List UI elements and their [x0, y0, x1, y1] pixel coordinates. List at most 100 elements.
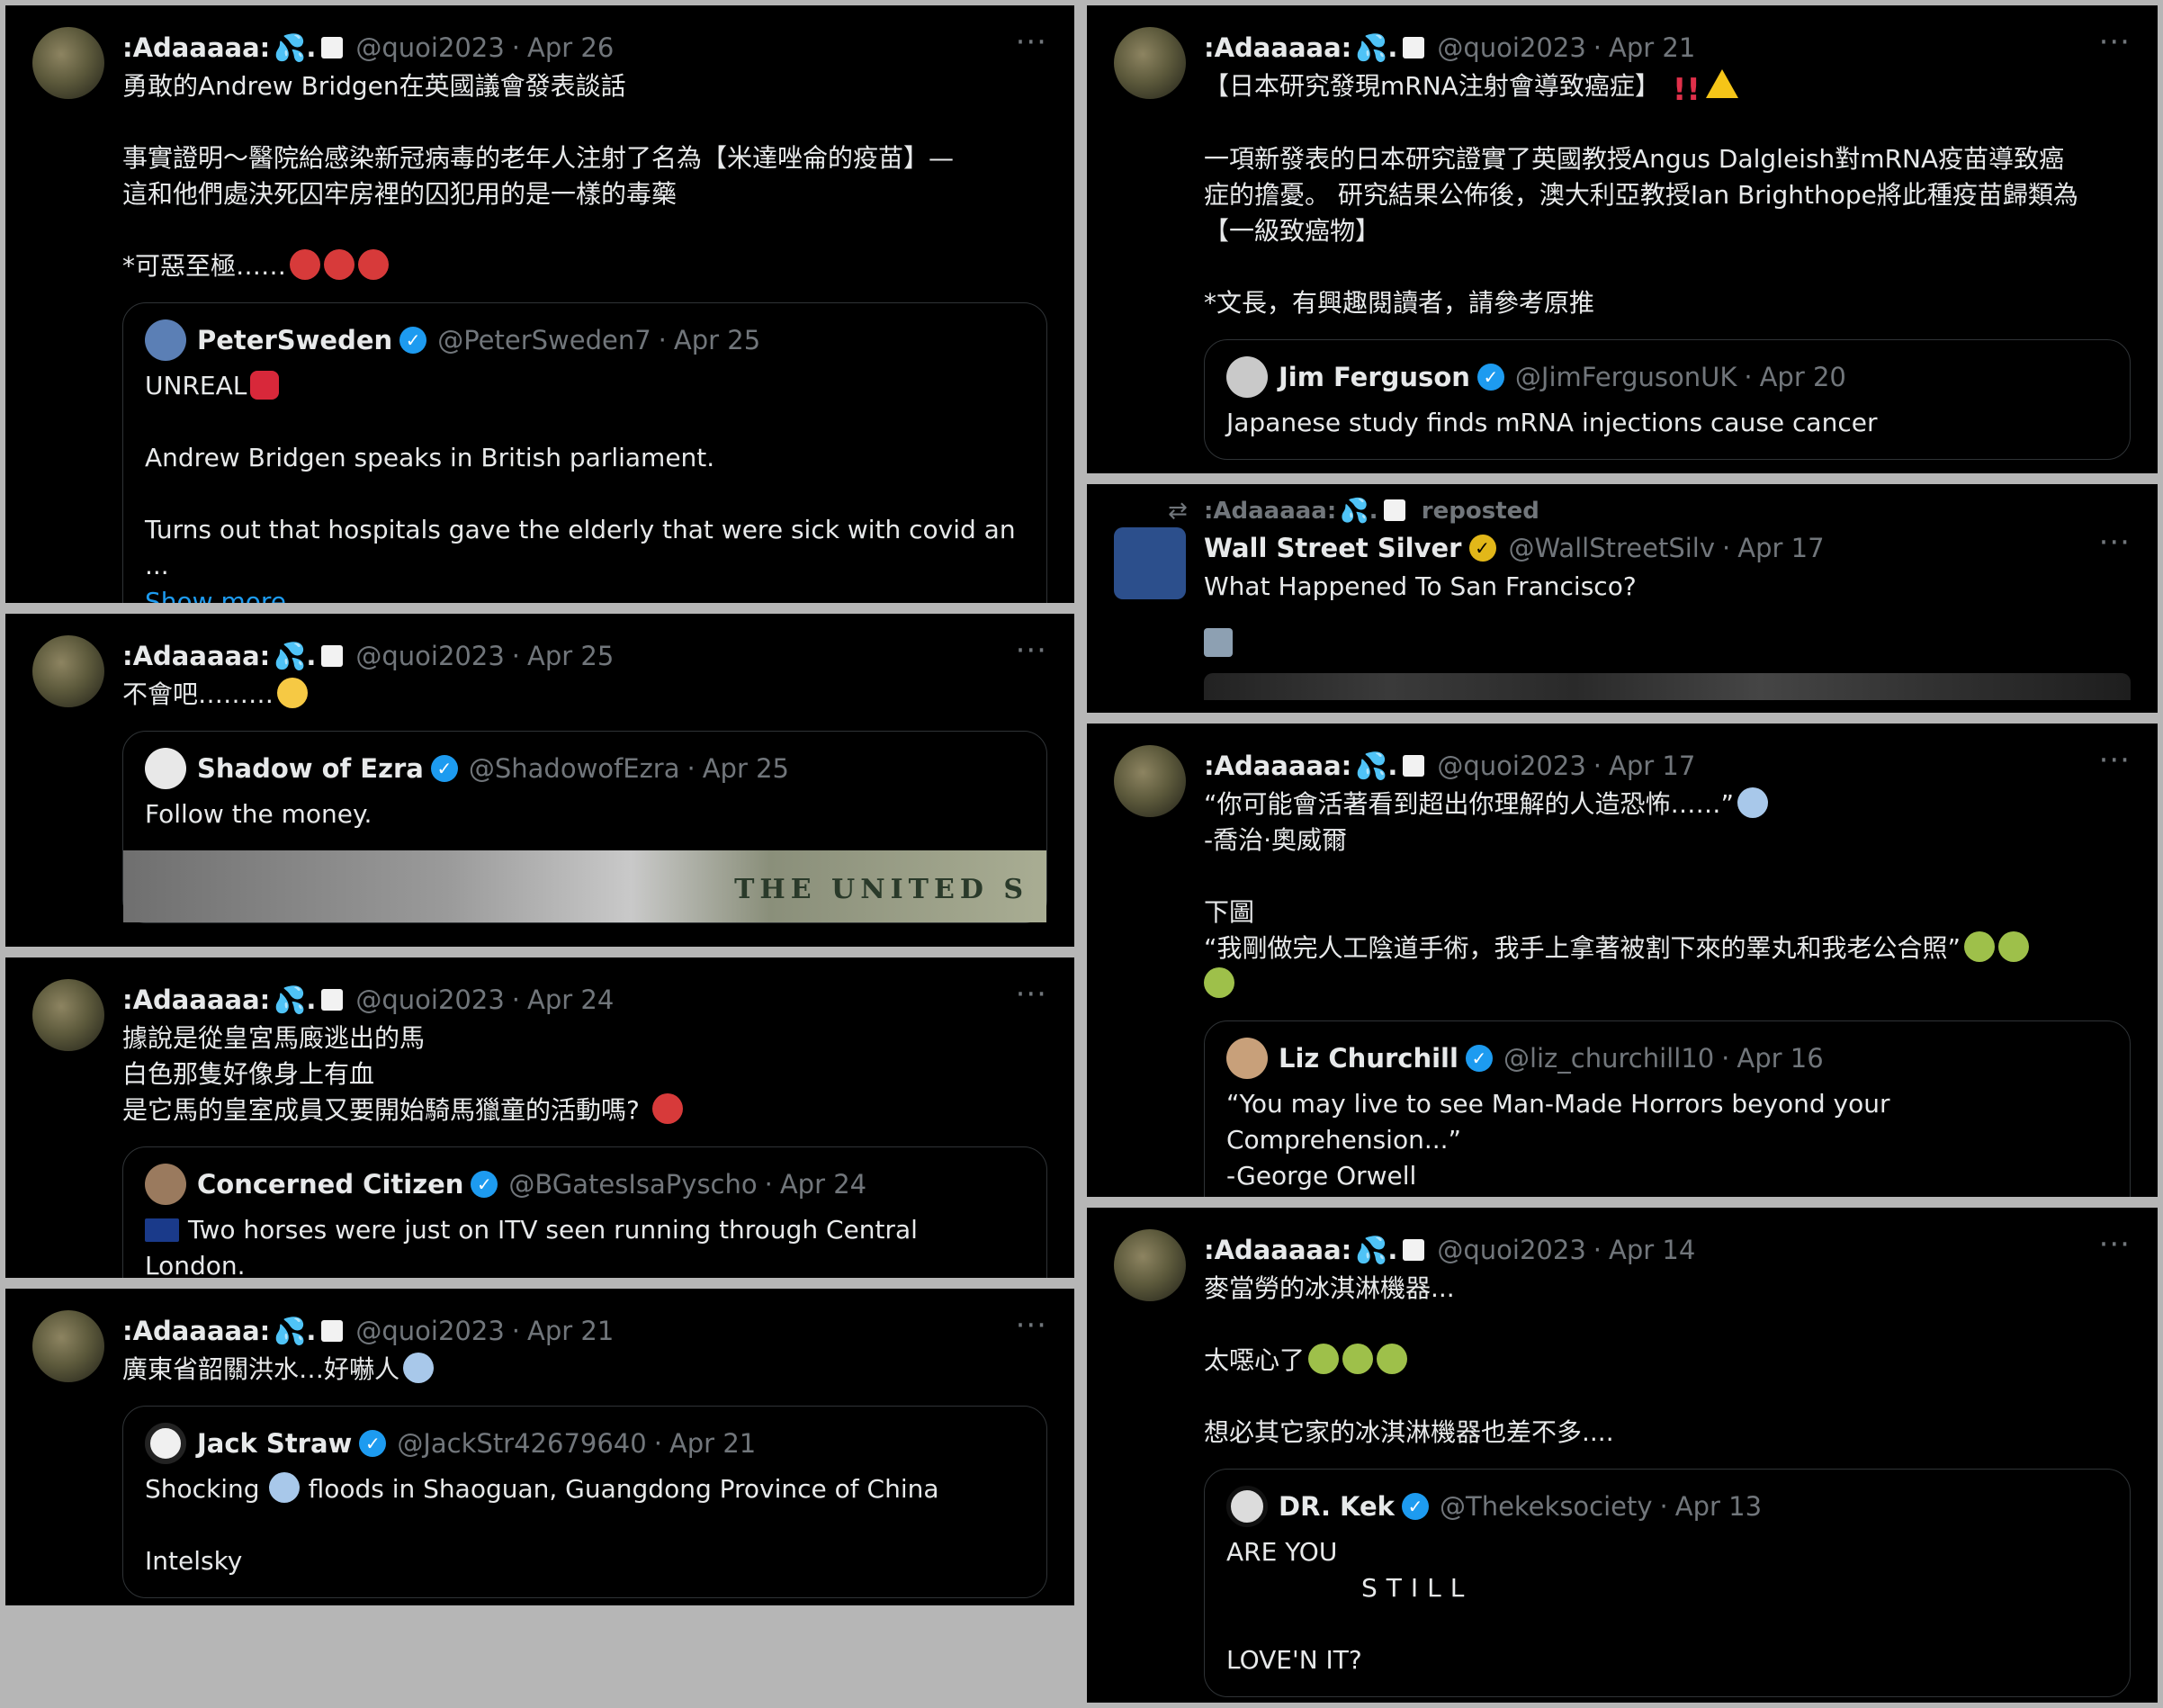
- author-name[interactable]: :Adaaaaa:: [1204, 27, 1351, 68]
- square-icon: [1403, 37, 1425, 58]
- quoted-tweet[interactable]: Jack Straw ✓ @JackStr42679640 · Apr 21 S…: [122, 1406, 1047, 1598]
- sweat-droplets-icon: 💦: [274, 1316, 307, 1346]
- tweet-text: 不會吧………: [122, 677, 1047, 713]
- tweet-panel-8[interactable]: :Adaaaaa: 💦. @quoi2023 · Apr 14 ··· 麥當勞的…: [1087, 1208, 2158, 1703]
- more-options-icon[interactable]: ···: [2099, 27, 2131, 58]
- tweet-panel-4[interactable]: :Adaaaaa: 💦. @quoi2023 · Apr 21 ··· 廣東省韶…: [5, 1289, 1074, 1605]
- author-handle[interactable]: @WallStreetSilv: [1509, 527, 1716, 569]
- square-icon: [321, 989, 344, 1011]
- author-name[interactable]: :Adaaaaa:: [122, 979, 270, 1020]
- screaming-face-icon: [1737, 787, 1769, 818]
- quoted-avatar: [1226, 356, 1268, 398]
- author-handle[interactable]: @quoi2023: [355, 635, 504, 677]
- quoted-date: Apr 13: [1674, 1491, 1763, 1522]
- quoted-date: Apr 25: [702, 753, 790, 784]
- surprised-face-icon: [277, 678, 309, 708]
- author-handle[interactable]: @quoi2023: [1437, 745, 1585, 787]
- tweet-date[interactable]: Apr 25: [527, 635, 614, 677]
- more-options-icon[interactable]: ···: [1016, 1310, 1047, 1341]
- tweet-date[interactable]: Apr 17: [1609, 745, 1695, 787]
- tweet-meta: :Adaaaaa: 💦. @quoi2023 · Apr 21: [122, 1310, 1047, 1352]
- author-handle[interactable]: @quoi2023: [355, 1310, 504, 1352]
- sweat-droplets-icon: 💦: [274, 641, 307, 671]
- screaming-face-icon: [403, 1353, 435, 1383]
- avatar[interactable]: [32, 635, 104, 707]
- tweet-date[interactable]: Apr 17: [1737, 527, 1824, 569]
- avatar[interactable]: [1114, 27, 1186, 99]
- more-options-icon[interactable]: ···: [2099, 745, 2131, 776]
- tweet-meta: :Adaaaaa: 💦. @quoi2023 · Apr 24: [122, 979, 1047, 1020]
- angry-face-icon: [324, 249, 355, 280]
- more-options-icon[interactable]: ···: [1016, 979, 1047, 1010]
- avatar[interactable]: [1114, 527, 1186, 599]
- quoted-avatar: [145, 319, 186, 361]
- tweet-header: :Adaaaaa: 💦. @quoi2023 · Apr 14 ··· 麥當勞的…: [1114, 1229, 2131, 1697]
- tweet-date[interactable]: Apr 24: [527, 979, 614, 1020]
- tweet-panel-5[interactable]: :Adaaaaa: 💦. @quoi2023 · Apr 21 ··· 【日本研…: [1087, 5, 2158, 473]
- quoted-date: Apr 21: [669, 1428, 757, 1459]
- author-handle[interactable]: @quoi2023: [1437, 1229, 1585, 1271]
- quoted-handle: @Thekeksociety: [1439, 1491, 1653, 1522]
- square-icon: [1403, 1239, 1425, 1261]
- more-options-icon[interactable]: ···: [1016, 27, 1047, 58]
- quoted-handle: @JackStr42679640: [397, 1428, 647, 1459]
- verified-badge-icon: ✓: [430, 755, 458, 782]
- avatar[interactable]: [32, 979, 104, 1051]
- quoted-tweet[interactable]: Liz Churchill ✓ @liz_churchill10 · Apr 1…: [1204, 1020, 2131, 1197]
- author-name[interactable]: :Adaaaaa:: [1204, 745, 1351, 787]
- tweet-date[interactable]: Apr 26: [527, 27, 614, 68]
- more-options-icon[interactable]: ···: [2099, 1229, 2131, 1260]
- verified-badge-icon: ✓: [359, 1430, 387, 1457]
- quoted-text: UNREAL Andrew Bridgen speaks in British …: [145, 368, 1025, 603]
- tweet-panel-6[interactable]: ⇄ :Adaaaaa: 💦. reposted Wall Street Silve…: [1087, 484, 2158, 713]
- author-name[interactable]: :Adaaaaa:: [122, 1310, 270, 1352]
- tweet-date[interactable]: Apr 14: [1609, 1229, 1695, 1271]
- sweat-droplets-icon: 💦: [1355, 1235, 1388, 1265]
- avatar[interactable]: [1114, 745, 1186, 817]
- author-name[interactable]: Wall Street Silver: [1204, 527, 1462, 569]
- tweet-text: What Happened To San Francisco?: [1204, 571, 1637, 601]
- tweet-panel-3[interactable]: :Adaaaaa: 💦. @quoi2023 · Apr 24 ··· 據說是從…: [5, 957, 1074, 1278]
- uk-flag-icon: [145, 1218, 179, 1242]
- quoted-text: Japanese study finds mRNA injections cau…: [1226, 408, 1878, 437]
- quoted-tweet[interactable]: Concerned Citizen ✓ @BGatesIsaPyscho · A…: [122, 1146, 1047, 1278]
- avatar[interactable]: [32, 1310, 104, 1382]
- media-caption: THE UNITED S: [734, 874, 1028, 905]
- more-options-icon[interactable]: ···: [1016, 635, 1047, 666]
- square-icon: [1403, 755, 1425, 777]
- quoted-handle: @JimFergusonUK: [1514, 362, 1737, 392]
- tweet-date[interactable]: Apr 21: [527, 1310, 614, 1352]
- quoted-tweet[interactable]: DR. Kek ✓ @Thekeksociety · Apr 13 ARE YO…: [1204, 1469, 2131, 1697]
- sweat-droplets-icon: 💦: [274, 984, 307, 1015]
- repost-icon: ⇄: [1168, 498, 1188, 525]
- vomiting-face-icon: [1308, 1344, 1340, 1374]
- quoted-handle: @liz_churchill10: [1503, 1043, 1715, 1074]
- tweet-header: :Adaaaaa: 💦. @quoi2023 · Apr 21 ··· 廣東省韶…: [32, 1310, 1047, 1598]
- more-options-icon[interactable]: ···: [2099, 527, 2131, 558]
- avatar[interactable]: [1114, 1229, 1186, 1301]
- square-icon: [321, 1320, 344, 1342]
- verified-badge-icon: ✓: [1465, 1045, 1493, 1072]
- show-more-link[interactable]: Show more: [145, 584, 1025, 603]
- author-handle[interactable]: @quoi2023: [355, 979, 504, 1020]
- author-handle[interactable]: @quoi2023: [1437, 27, 1585, 68]
- quoted-media[interactable]: THE UNITED S: [123, 850, 1046, 922]
- author-name[interactable]: :Adaaaaa:: [1204, 1229, 1351, 1271]
- tweet-date[interactable]: Apr 21: [1609, 27, 1695, 68]
- author-name[interactable]: :Adaaaaa:: [122, 635, 270, 677]
- quoted-tweet[interactable]: Jim Ferguson ✓ @JimFergusonUK · Apr 20 J…: [1204, 339, 2131, 460]
- avatar[interactable]: [32, 27, 104, 99]
- video-preview[interactable]: [1204, 673, 2131, 700]
- quoted-date: Apr 16: [1737, 1043, 1824, 1074]
- speaker-icon[interactable]: [1204, 628, 1233, 657]
- tweet-panel-1[interactable]: :Adaaaaa: 💦. @quoi2023 · Apr 26 ··· 勇敢的A…: [5, 5, 1074, 603]
- sweat-droplets-icon: 💦: [1355, 751, 1388, 781]
- quoted-date: Apr 24: [779, 1169, 867, 1200]
- tweet-panel-7[interactable]: :Adaaaaa: 💦. @quoi2023 · Apr 17 ··· “你可能…: [1087, 724, 2158, 1197]
- author-name[interactable]: :Adaaaaa:: [122, 27, 270, 68]
- quoted-tweet[interactable]: Shadow of Ezra ✓ @ShadowofEzra · Apr 25 …: [122, 731, 1047, 923]
- quoted-date: Apr 25: [673, 325, 761, 355]
- tweet-panel-2[interactable]: :Adaaaaa: 💦. @quoi2023 · Apr 25 ··· 不會吧……: [5, 614, 1074, 947]
- quoted-tweet[interactable]: PeterSweden ✓ @PeterSweden7 · Apr 25 UNR…: [122, 302, 1047, 603]
- author-handle[interactable]: @quoi2023: [355, 27, 504, 68]
